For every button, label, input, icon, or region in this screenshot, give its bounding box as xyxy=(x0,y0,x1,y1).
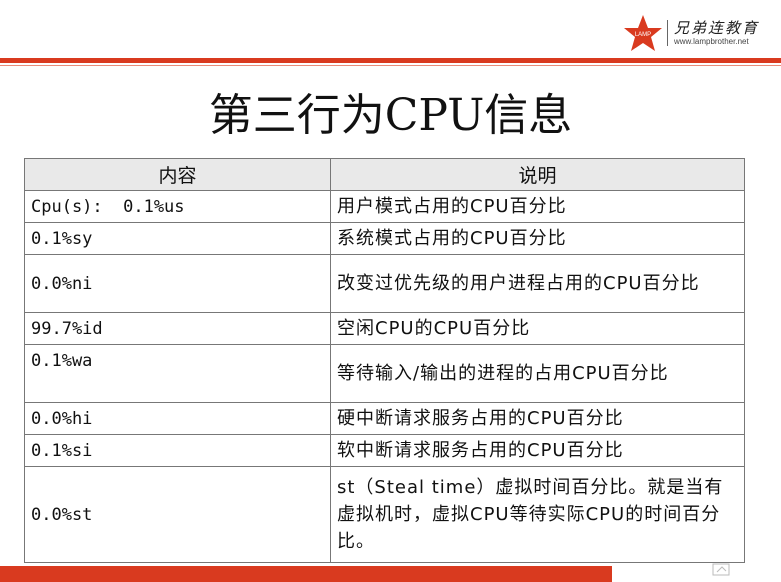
table-row: 0.0%hi 硬中断请求服务占用的CPU百分比 xyxy=(24,402,745,435)
header-content: 内容 xyxy=(24,158,331,191)
row-content: 0.0%st xyxy=(24,466,331,563)
row-content: Cpu(s): 0.1%us xyxy=(24,190,331,223)
row-description: st（Steal time）虚拟时间百分比。就是当有虚拟机时，虚拟CPU等待实际… xyxy=(330,466,745,563)
table-header-row: 内容 说明 xyxy=(24,158,745,191)
row-description: 系统模式占用的CPU百分比 xyxy=(330,222,745,255)
table-row: 0.0%ni 改变过优先级的用户进程占用的CPU百分比 xyxy=(24,254,745,313)
cpu-info-table: 内容 说明 Cpu(s): 0.1%us 用户模式占用的CPU百分比 0.1%s… xyxy=(24,158,745,563)
row-content: 0.0%ni xyxy=(24,254,331,313)
brand-logo: LAMP 兄弟连教育 www.lampbrother.net xyxy=(623,12,759,54)
row-description: 等待输入/输出的进程的占用CPU百分比 xyxy=(330,344,745,403)
header-thin-rule xyxy=(0,65,781,66)
star-label: LAMP xyxy=(635,32,651,38)
logo-separator xyxy=(666,20,668,46)
table-row: 99.7%id 空闲CPU的CPU百分比 xyxy=(24,312,745,345)
slide-nav-icon[interactable] xyxy=(712,562,732,578)
slide-title: 第三行为CPU信息 xyxy=(208,90,573,141)
table-row: Cpu(s): 0.1%us 用户模式占用的CPU百分比 xyxy=(24,190,745,223)
footer-red-bar xyxy=(0,566,612,582)
table-row: 0.1%sy 系统模式占用的CPU百分比 xyxy=(24,222,745,255)
table-row: 0.1%wa 等待输入/输出的进程的占用CPU百分比 xyxy=(24,344,745,403)
row-description: 软中断请求服务占用的CPU百分比 xyxy=(330,434,745,467)
header-red-rule xyxy=(0,58,781,63)
row-description: 改变过优先级的用户进程占用的CPU百分比 xyxy=(330,254,745,313)
row-content: 0.0%hi xyxy=(24,402,331,435)
row-description: 空闲CPU的CPU百分比 xyxy=(330,312,745,345)
row-content: 99.7%id xyxy=(24,312,331,345)
logo-url-text: www.lampbrother.net xyxy=(673,37,749,46)
row-content: 0.1%sy xyxy=(24,222,331,255)
table-row: 0.1%si 软中断请求服务占用的CPU百分比 xyxy=(24,434,745,467)
row-description: 硬中断请求服务占用的CPU百分比 xyxy=(330,402,745,435)
row-description: 用户模式占用的CPU百分比 xyxy=(330,190,745,223)
row-content: 0.1%wa xyxy=(24,344,331,403)
red-star-icon: LAMP xyxy=(623,15,662,51)
header-description: 说明 xyxy=(330,158,745,191)
logo-brand-text: 兄弟连教育 xyxy=(673,19,759,37)
table-row: 0.0%st st（Steal time）虚拟时间百分比。就是当有虚拟机时，虚拟… xyxy=(24,466,745,563)
row-content: 0.1%si xyxy=(24,434,331,467)
